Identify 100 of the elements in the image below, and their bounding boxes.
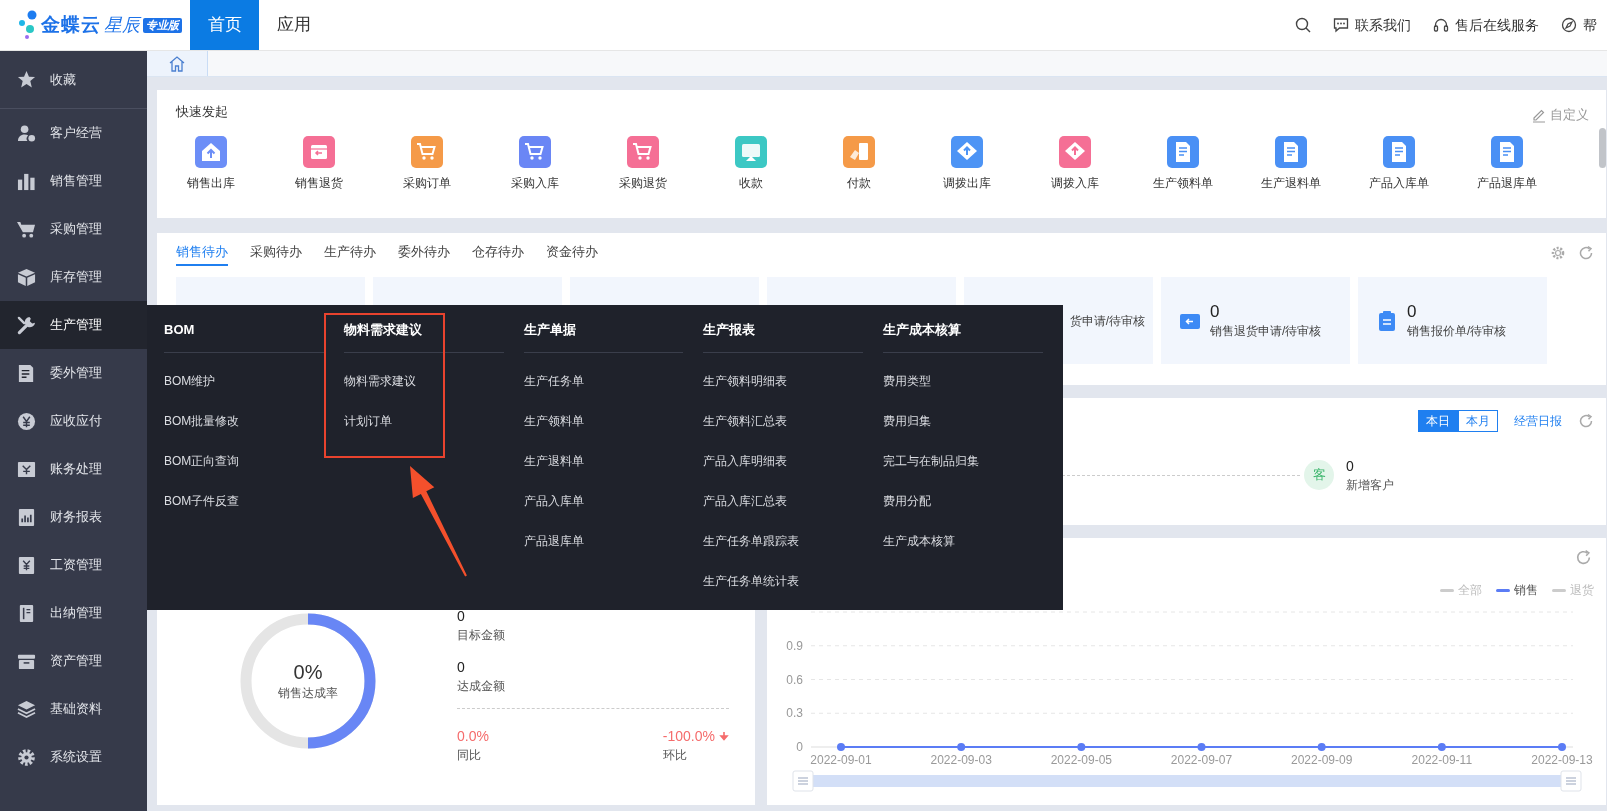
nav-tab[interactable]: 首页 bbox=[190, 0, 259, 50]
menu-item[interactable]: 产品入库汇总表 bbox=[703, 481, 864, 521]
tab[interactable]: 采购待办 bbox=[250, 244, 302, 266]
header-link[interactable]: 售后在线服务 bbox=[1433, 14, 1539, 36]
sidebar-item[interactable]: 库存管理 bbox=[0, 253, 147, 301]
menu-item[interactable]: BOM维护 bbox=[164, 361, 324, 401]
menu-item[interactable]: 计划订单 bbox=[343, 401, 504, 441]
nav-tab[interactable]: 应用 bbox=[259, 0, 328, 50]
quick-action[interactable]: 产品入库单 bbox=[1345, 136, 1453, 192]
menu-item[interactable]: 生产领料汇总表 bbox=[703, 401, 864, 441]
cart-icon bbox=[411, 136, 443, 168]
axis-label: 2022-09-09 bbox=[1290, 753, 1353, 767]
todo-card[interactable]: 0 销售退货申请/待审核 bbox=[1161, 277, 1350, 364]
customer-avatar: 客 bbox=[1304, 460, 1334, 490]
card-count: 0 bbox=[1210, 301, 1221, 322]
menu-item[interactable]: BOM正向查询 bbox=[164, 441, 324, 481]
quick-action[interactable]: 调拨出库 bbox=[913, 136, 1021, 192]
period-toggle[interactable]: 本日 bbox=[1418, 410, 1458, 432]
sidebar-item[interactable]: 账务处理 bbox=[0, 445, 147, 493]
stat-label: 新增客户 bbox=[1346, 477, 1394, 494]
sidebar-item[interactable]: 出纳管理 bbox=[0, 589, 147, 637]
header-link[interactable]: 联系我们 bbox=[1333, 14, 1411, 36]
quick-action[interactable]: 产品退库单 bbox=[1453, 136, 1561, 192]
slider-handle[interactable] bbox=[792, 770, 814, 792]
quick-action[interactable]: 收款 bbox=[697, 136, 805, 192]
period-toggle[interactable]: 本月 bbox=[1458, 410, 1498, 432]
edition-badge: 专业版 bbox=[143, 17, 182, 33]
star-icon bbox=[17, 70, 36, 89]
sidebar-item[interactable]: 系统设置 bbox=[0, 733, 147, 781]
menu-item[interactable]: 生产任务单统计表 bbox=[703, 561, 864, 601]
todo-card[interactable]: 0 销售报价单/待审核 bbox=[1358, 277, 1547, 364]
quick-action[interactable]: 调拨入库 bbox=[1021, 136, 1129, 192]
quick-action[interactable]: 生产退料单 bbox=[1237, 136, 1345, 192]
data-point bbox=[837, 743, 845, 751]
box-icon bbox=[303, 136, 335, 168]
home-tab[interactable] bbox=[147, 51, 208, 76]
menu-item[interactable]: 生产领料明细表 bbox=[703, 361, 864, 401]
quick-action[interactable]: 采购入库 bbox=[481, 136, 589, 192]
bar-chart-icon bbox=[17, 171, 36, 191]
report-link[interactable]: 经营日报 bbox=[1514, 412, 1562, 430]
menu-heading: 生产单据 bbox=[523, 322, 684, 353]
data-point bbox=[1437, 743, 1446, 751]
menu-item[interactable]: BOM批量修改 bbox=[164, 401, 324, 441]
quick-action[interactable]: 采购退货 bbox=[589, 136, 697, 192]
data-point bbox=[1077, 743, 1086, 751]
card-label: 销售报价单/待审核 bbox=[1407, 322, 1507, 340]
quick-action[interactable]: 销售出库 bbox=[157, 136, 265, 192]
stat-value: -100.0% bbox=[662, 727, 715, 746]
home-icon bbox=[168, 54, 186, 73]
refresh-icon[interactable] bbox=[1578, 245, 1594, 261]
menu-item[interactable]: 生产领料单 bbox=[523, 401, 684, 441]
settings-icon[interactable] bbox=[1550, 245, 1566, 261]
menu-heading: 物料需求建议 bbox=[343, 322, 504, 353]
menu-item[interactable]: 物料需求建议 bbox=[343, 361, 504, 401]
axis-label: 0 bbox=[796, 740, 803, 754]
menu-item[interactable]: 费用类型 bbox=[883, 361, 1043, 401]
quick-action[interactable]: 销售退货 bbox=[265, 136, 373, 192]
scrollbar-thumb[interactable] bbox=[1599, 128, 1606, 168]
slider-handle[interactable] bbox=[1560, 770, 1582, 792]
header-link[interactable]: 帮 bbox=[1561, 14, 1597, 36]
menu-item[interactable]: 生产任务单跟踪表 bbox=[703, 521, 864, 561]
menu-item[interactable]: 完工与在制品归集 bbox=[883, 441, 1043, 481]
refresh-icon[interactable] bbox=[1578, 413, 1594, 429]
tab[interactable]: 生产待办 bbox=[324, 244, 376, 266]
menu-item[interactable]: 生产退料单 bbox=[523, 441, 684, 481]
tab[interactable]: 销售待办 bbox=[176, 244, 228, 266]
menu-heading: 生产成本核算 bbox=[883, 322, 1043, 353]
logo-icon bbox=[18, 10, 38, 40]
sidebar-item[interactable]: 生产管理 bbox=[0, 301, 147, 349]
sidebar-item[interactable]: 工资管理 bbox=[0, 541, 147, 589]
menu-item[interactable]: 产品入库单 bbox=[523, 481, 684, 521]
sidebar-item[interactable]: 资产管理 bbox=[0, 637, 147, 685]
tab[interactable]: 仓存待办 bbox=[472, 244, 524, 266]
menu-item[interactable]: 费用归集 bbox=[883, 401, 1043, 441]
menu-item[interactable]: BOM子件反查 bbox=[164, 481, 324, 521]
legend-item[interactable]: 销售 bbox=[1496, 581, 1538, 599]
tab[interactable]: 资金待办 bbox=[546, 244, 598, 266]
sidebar-item[interactable]: 委外管理 bbox=[0, 349, 147, 397]
refresh-icon[interactable] bbox=[1575, 548, 1592, 566]
sidebar-item[interactable]: 基础资料 bbox=[0, 685, 147, 733]
menu-item[interactable]: 费用分配 bbox=[883, 481, 1043, 521]
stat-value: 0 bbox=[1346, 457, 1355, 476]
menu-item[interactable]: 生产任务单 bbox=[523, 361, 684, 401]
search-icon[interactable] bbox=[1295, 17, 1311, 33]
report-icon bbox=[17, 507, 36, 527]
sidebar-item[interactable]: 客户经营 bbox=[0, 109, 147, 157]
sidebar-item[interactable]: 采购管理 bbox=[0, 205, 147, 253]
menu-item[interactable]: 产品退库单 bbox=[523, 521, 684, 561]
menu-item[interactable]: 产品入库明细表 bbox=[703, 441, 864, 481]
sidebar-item[interactable]: 财务报表 bbox=[0, 493, 147, 541]
menu-item[interactable]: 生产成本核算 bbox=[883, 521, 1043, 561]
cube-icon bbox=[17, 267, 36, 287]
menu-heading: BOM bbox=[164, 322, 324, 353]
quick-action[interactable]: 采购订单 bbox=[373, 136, 481, 192]
sidebar-item[interactable]: 销售管理 bbox=[0, 157, 147, 205]
sidebar-item[interactable]: 应收应付 bbox=[0, 397, 147, 445]
tab[interactable]: 委外待办 bbox=[398, 244, 450, 266]
quick-action[interactable]: 生产领料单 bbox=[1129, 136, 1237, 192]
quick-action[interactable]: 付款 bbox=[805, 136, 913, 192]
range-slider[interactable] bbox=[813, 775, 1561, 787]
